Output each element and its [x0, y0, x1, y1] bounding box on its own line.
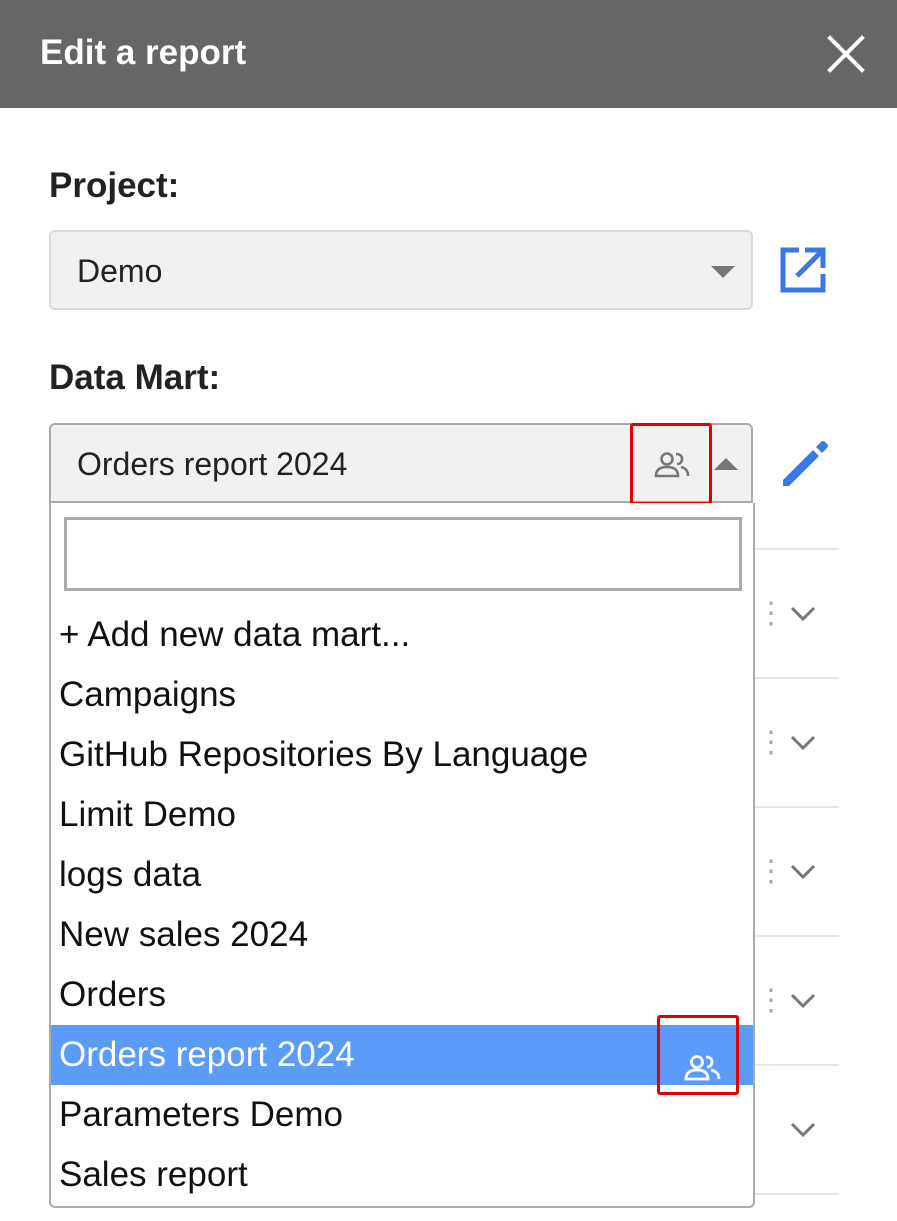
option-parameters-demo[interactable]: Parameters Demo [51, 1085, 753, 1145]
project-select[interactable]: Demo [49, 230, 753, 310]
option-label: Sales report [59, 1155, 248, 1194]
option-github-repositories[interactable]: GitHub Repositories By Language [51, 725, 753, 785]
partial-menu-icon: ⋮ [756, 855, 786, 888]
option-campaigns[interactable]: Campaigns [51, 665, 753, 725]
caret-down-icon [711, 266, 735, 278]
option-logs-data[interactable]: logs data [51, 845, 753, 905]
project-label: Project: [49, 166, 180, 205]
close-icon[interactable] [818, 26, 874, 82]
chevron-down-icon[interactable] [790, 606, 816, 622]
option-label: Campaigns [59, 675, 237, 714]
option-add-new-data-mart[interactable]: + Add new data mart... [51, 605, 753, 665]
partial-menu-icon: ⋮ [756, 984, 786, 1017]
option-label: Orders report 2024 [59, 1035, 355, 1074]
option-label: Limit Demo [59, 795, 236, 834]
dialog-title: Edit a report [40, 33, 247, 72]
edit-report-dialog: Edit a report Project: Demo Data Mart: ⋮… [0, 0, 897, 1221]
option-label: Parameters Demo [59, 1095, 343, 1134]
option-label: logs data [59, 855, 202, 894]
people-icon [683, 1041, 723, 1081]
option-limit-demo[interactable]: Limit Demo [51, 785, 753, 845]
data-mart-dropdown: + Add new data mart... Campaigns GitHub … [49, 503, 755, 1208]
open-in-new-icon[interactable] [775, 242, 831, 298]
option-label: + Add new data mart... [59, 615, 411, 654]
pencil-icon[interactable] [775, 436, 831, 492]
option-label: Orders [59, 975, 166, 1014]
option-orders-report-2024[interactable]: Orders report 2024 [51, 1025, 753, 1085]
chevron-down-icon[interactable] [790, 993, 816, 1009]
option-new-sales-2024[interactable]: New sales 2024 [51, 905, 753, 965]
chevron-down-icon[interactable] [790, 1122, 816, 1138]
option-label: GitHub Repositories By Language [59, 735, 589, 774]
option-sales-report[interactable]: Sales report [51, 1145, 753, 1205]
partial-menu-icon: ⋮ [756, 597, 786, 630]
option-label: New sales 2024 [59, 915, 309, 954]
project-select-value: Demo [77, 253, 163, 289]
data-mart-label: Data Mart: [49, 358, 221, 397]
people-icon [653, 451, 691, 479]
option-orders[interactable]: Orders [51, 965, 753, 1025]
dialog-header: Edit a report [0, 0, 897, 108]
data-mart-select[interactable]: Orders report 2024 [49, 423, 753, 503]
chevron-down-icon[interactable] [790, 864, 816, 880]
data-mart-select-value: Orders report 2024 [77, 446, 348, 482]
caret-up-icon [714, 458, 738, 470]
dropdown-search-input[interactable] [64, 517, 742, 591]
chevron-down-icon[interactable] [790, 735, 816, 751]
partial-menu-icon: ⋮ [756, 726, 786, 759]
